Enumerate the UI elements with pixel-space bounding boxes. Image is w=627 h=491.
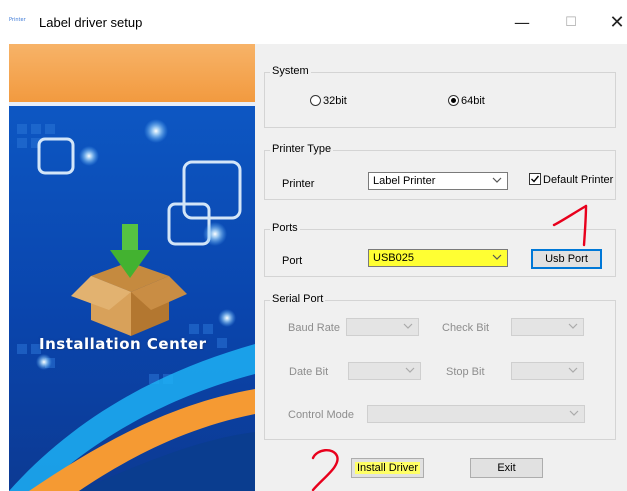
usb-port-button[interactable]: Usb Port	[531, 249, 602, 269]
radio-32bit[interactable]	[310, 95, 321, 106]
default-printer-label[interactable]: Default Printer	[543, 174, 613, 186]
printer-app-icon: Printer	[9, 17, 26, 23]
printer-type-value: Label Printer	[373, 175, 436, 187]
port-dropdown[interactable]: USB025	[368, 249, 508, 267]
printer-type-group-title: Printer Type	[270, 143, 334, 155]
check-bit-label: Check Bit	[442, 322, 490, 334]
close-button[interactable]: ✕	[597, 8, 627, 38]
printer-label: Printer	[282, 178, 315, 190]
title-bar: Printer Label driver setup — ☐ ✕	[0, 0, 627, 44]
baud-rate-label: Baud Rate	[288, 322, 340, 334]
baud-rate-dropdown[interactable]	[346, 318, 419, 336]
chevron-down-icon	[569, 410, 579, 416]
radio-64bit[interactable]	[448, 95, 459, 106]
chevron-down-icon	[492, 254, 502, 260]
default-printer-checkbox[interactable]	[529, 173, 541, 185]
date-bit-label: Date Bit	[289, 366, 329, 378]
chevron-down-icon	[405, 367, 415, 373]
stop-bit-label: Stop Bit	[446, 366, 485, 378]
radio-32bit-label[interactable]: 32bit	[323, 95, 347, 107]
control-mode-label: Control Mode	[288, 409, 355, 421]
minimize-button[interactable]: —	[502, 8, 542, 38]
exit-button-label: Exit	[497, 462, 516, 474]
radio-64bit-label[interactable]: 64bit	[461, 95, 485, 107]
stop-bit-dropdown[interactable]	[511, 362, 584, 380]
printer-type-dropdown[interactable]: Label Printer	[368, 172, 508, 190]
chevron-down-icon	[492, 177, 502, 183]
date-bit-dropdown[interactable]	[348, 362, 421, 380]
banner-title: Installation Center	[39, 335, 207, 353]
chevron-down-icon	[403, 323, 413, 329]
checkmark-icon	[531, 175, 540, 183]
chevron-down-icon	[568, 323, 578, 329]
control-mode-dropdown[interactable]	[367, 405, 585, 423]
install-driver-button[interactable]: Install Driver	[351, 458, 424, 478]
maximize-button[interactable]: ☐	[551, 8, 591, 38]
banner-artwork	[9, 44, 255, 491]
port-value: USB025	[373, 252, 414, 264]
port-label: Port	[282, 255, 303, 267]
check-bit-dropdown[interactable]	[511, 318, 584, 336]
serial-port-group-title: Serial Port	[270, 293, 326, 305]
chevron-down-icon	[568, 367, 578, 373]
system-group-title: System	[270, 65, 311, 77]
installation-banner-image: Installation Center	[9, 44, 255, 491]
window-title: Label driver setup	[39, 15, 143, 30]
install-driver-button-label: Install Driver	[354, 462, 421, 474]
ports-group-title: Ports	[270, 222, 300, 234]
usb-port-button-label: Usb Port	[545, 253, 588, 265]
exit-button[interactable]: Exit	[470, 458, 543, 478]
